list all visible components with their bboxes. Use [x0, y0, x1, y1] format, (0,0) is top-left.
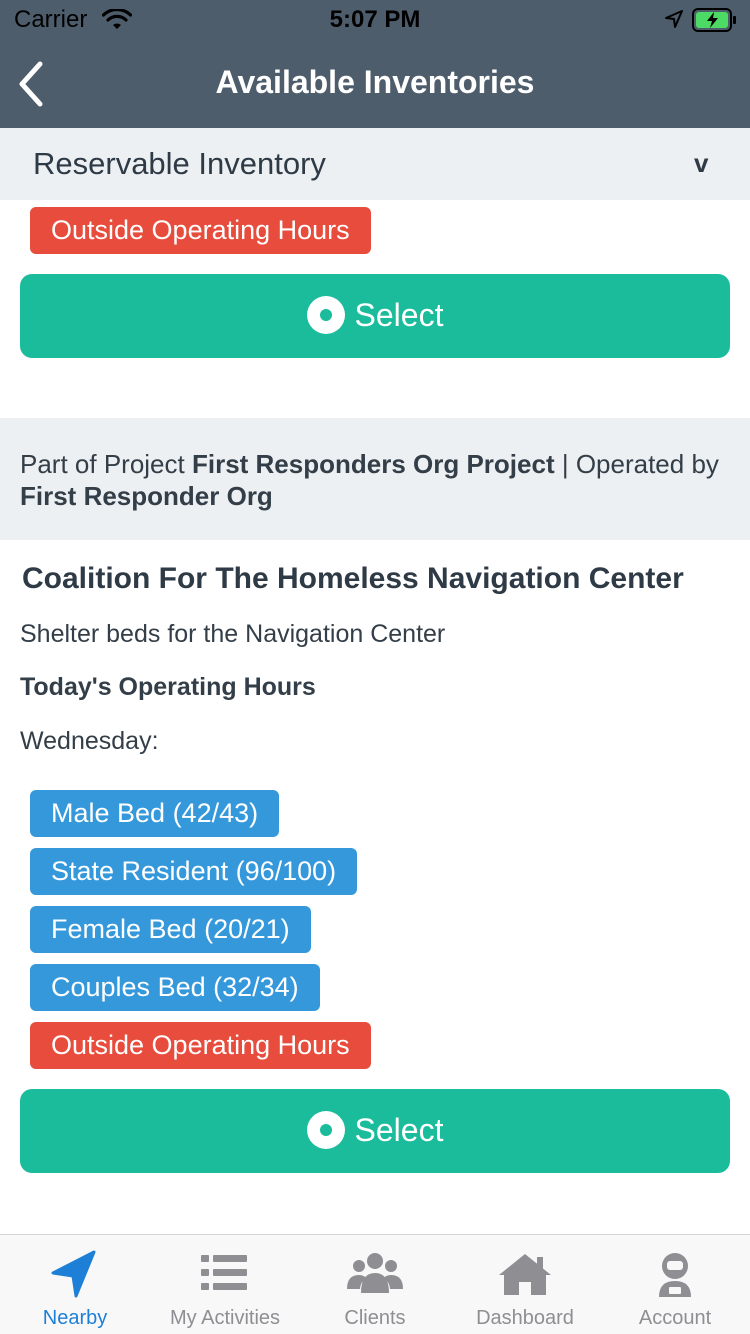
select-label: Select	[354, 297, 444, 333]
tab-label: Dashboard	[476, 1307, 574, 1329]
battery-icon	[692, 8, 738, 37]
project-info-text: Part of Project First Responders Org Pro…	[20, 448, 720, 512]
status-badge: Outside Operating Hours	[30, 207, 371, 254]
status-badge: Outside Operating Hours	[30, 1022, 371, 1069]
chevron-down-icon: v	[694, 148, 709, 178]
operating-hours-heading: Today's Operating Hours	[20, 673, 316, 701]
inventory-type-dropdown[interactable]: Reservable Inventory v	[0, 128, 750, 200]
navigation-bar: Available Inventories	[0, 40, 750, 128]
inventory-badge-female-bed: Female Bed (20/21)	[30, 906, 311, 953]
radio-icon	[306, 295, 345, 334]
project-middle: | Operated by	[554, 449, 719, 479]
page-title: Available Inventories	[215, 64, 535, 100]
select-button[interactable]: Select	[20, 274, 730, 358]
tab-dashboard[interactable]: Dashboard	[450, 1235, 600, 1334]
radio-icon	[306, 1110, 345, 1149]
project-info-band: Part of Project First Responders Org Pro…	[0, 418, 750, 540]
tab-label: Clients	[344, 1307, 406, 1329]
tab-account[interactable]: Account	[600, 1235, 750, 1334]
inventory-badge-couples-bed: Couples Bed (32/34)	[30, 964, 320, 1011]
tab-label: My Activities	[169, 1307, 281, 1329]
operator-name: First Responder Org	[20, 481, 273, 511]
project-prefix: Part of Project	[20, 449, 192, 479]
navigation-arrow-icon	[45, 1249, 105, 1299]
select-button[interactable]: Select	[20, 1089, 730, 1173]
location-arrow-icon	[664, 9, 684, 34]
inventory-badge-state-resident: State Resident (96/100)	[30, 848, 358, 895]
tab-clients[interactable]: Clients	[300, 1235, 450, 1334]
home-icon	[495, 1249, 555, 1299]
tab-bar: Nearby My Activities Clients Dashboard A…	[0, 1235, 750, 1334]
project-name: First Responders Org Project	[191, 449, 555, 479]
users-icon	[345, 1249, 405, 1299]
facility-description: Shelter beds for the Navigation Center	[20, 620, 446, 648]
facility-title: Coalition For The Homeless Navigation Ce…	[22, 562, 684, 595]
astronaut-icon	[645, 1249, 705, 1299]
tab-nearby[interactable]: Nearby	[0, 1235, 150, 1334]
dropdown-selected-value: Reservable Inventory	[33, 146, 326, 181]
list-icon	[195, 1249, 255, 1299]
inventory-badge-male-bed: Male Bed (42/43)	[30, 790, 280, 837]
tab-label: Account	[638, 1307, 712, 1329]
tab-my-activities[interactable]: My Activities	[150, 1235, 300, 1334]
operating-day: Wednesday:	[20, 727, 159, 755]
select-label: Select	[354, 1112, 444, 1148]
status-bar: Carrier 5:07 PM	[0, 0, 750, 40]
clock: 5:07 PM	[329, 6, 421, 33]
tab-label: Nearby	[42, 1307, 108, 1329]
